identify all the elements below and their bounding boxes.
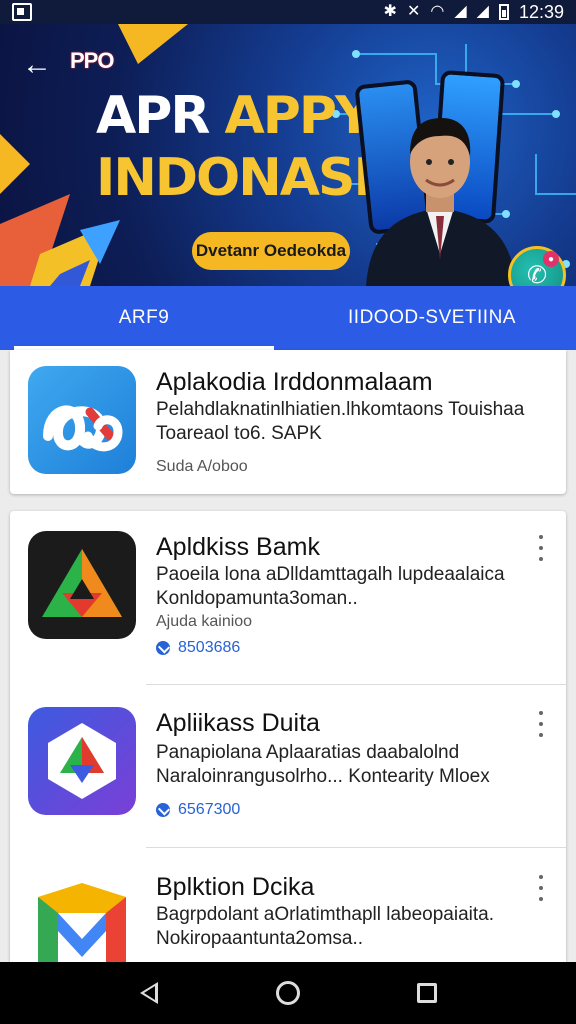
notification-badge: ● [543,251,559,267]
hero-banner: ← PPO APR APPY INDONASIA Dvetanr Oedeokd… [0,24,576,286]
download-icon [156,641,170,655]
banner-title-word1: APR [96,86,210,146]
app-description-line1: Bagrpdolant aOrlatimthapll labeopaiaita. [156,904,494,925]
yellow-triangle-decoration [118,24,188,64]
more-options-button[interactable] [532,711,550,737]
recents-square-icon [416,983,437,1003]
nav-back-button[interactable] [134,978,164,1008]
status-bar: ✱ ✕ ◠ ◢ ◢ 12:39 [0,0,576,24]
banner-title-word2: APPY [224,86,373,146]
triangle-logo-icon [28,531,136,639]
banner-title-line1: APR APPY [96,86,373,146]
mute-icon: ✕ [406,3,421,20]
more-options-button[interactable] [532,535,550,561]
back-triangle-icon [140,982,159,1004]
app-list-card: Apldkiss Bamk Paoeila lona aDlldamttagal… [10,511,566,971]
divider [146,847,566,848]
screenshot-notification-icon [12,3,32,21]
banner-cta-button[interactable]: Dvetanr Oedeokda [192,232,350,270]
bluetooth-icon: ✱ [383,3,397,20]
battery-icon [498,4,509,20]
app-card-featured: Aplakodia Irddonmalaam Pelahdlaknatinlhi… [10,350,566,494]
app-title: Apldkiss Bamk [156,533,320,561]
system-navigation-bar [0,962,576,1024]
hexagon-logo-icon [28,707,136,815]
nav-home-button[interactable] [273,978,303,1008]
home-circle-icon [275,981,300,1005]
phone-icon: ✆ [526,261,548,287]
app-title: Aplakodia Irddonmalaam [156,368,433,396]
list-item[interactable]: Bplktion Dcika Bagrpdolant aOrlatimthapl… [10,849,566,971]
wifi-icon: ◠ [430,3,445,20]
nav-recents-button[interactable] [412,978,442,1008]
tab-arf9[interactable]: ARF9 [0,286,288,350]
app-description-line2: Naraloinrangusolrho... Kontearity Mloex [156,766,490,787]
app-description-line1: Paoeila lona aDlldamttagalh lupdeaalaica [156,564,505,585]
download-icon [156,803,170,817]
app-title: Bplktion Dcika [156,873,315,901]
app-description-line1: Pelahdlaknatinlhiatien.lhkomtaons Touish… [156,399,525,420]
m-logo-icon [28,873,136,971]
app-title: Apliikass Duita [156,709,320,737]
download-count: 6567300 [156,801,240,819]
tab-indonesia[interactable]: IIDOOD-SVETIINA [288,286,576,350]
signal-secondary-icon: ◢ [476,3,489,20]
status-icons: ✱ ✕ ◠ ◢ ◢ 12:39 [384,2,564,23]
ao-logo-icon [28,366,136,474]
back-arrow-icon[interactable]: ← [22,50,54,82]
list-item[interactable]: Aplakodia Irddonmalaam Pelahdlaknatinlhi… [10,350,566,494]
app-description-line2: Toareaol to6. SAPK [156,423,322,444]
download-count: 8503686 [156,639,240,657]
download-count-value: 8503686 [178,639,241,656]
signal-icon: ◢ [454,3,467,20]
app-description-line1: Panapiolana Aplaaratias daabalolnd [156,742,460,763]
presenter-photo [366,118,516,286]
app-developer: Ajuda kainioo [156,613,253,630]
list-item[interactable]: Apldkiss Bamk Paoeila lona aDlldamttagal… [10,511,566,671]
download-count-value: 6567300 [178,801,241,818]
app-description-line2: Konldopamunta3oman.. [156,588,358,609]
more-options-button[interactable] [532,875,550,901]
list-item[interactable]: Apliikass Duita Panapiolana Aplaaratias … [10,685,566,845]
tab-bar: ARF9 IIDOOD-SVETIINA [0,286,576,350]
clock: 12:39 [518,1,564,22]
brand-logo: PPO [70,48,114,73]
app-developer: Suda A/oboo [156,458,248,475]
app-description-line2: Nokiropaantunta2omsa.. [156,928,364,949]
